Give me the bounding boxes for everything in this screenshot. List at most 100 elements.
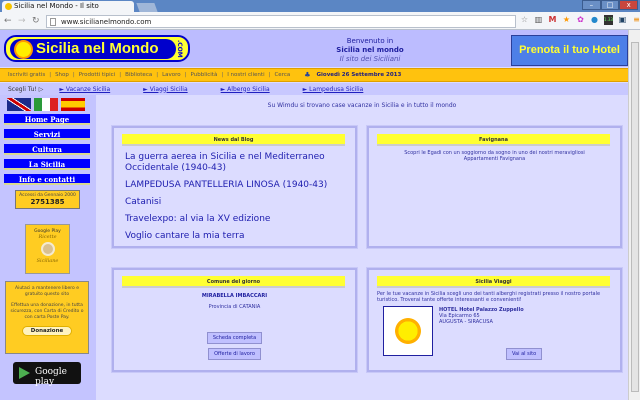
welcome-line: Benvenuto in xyxy=(346,37,394,45)
nav-biblioteca[interactable]: Biblioteca xyxy=(125,72,152,78)
viaggi-box: Sicilia Viaggi Per le tue vacanze in Sic… xyxy=(366,267,623,373)
site-logo[interactable]: Sicilia nel Mondo .COM xyxy=(4,35,190,62)
link-lampedusa[interactable]: ► Lampedusa Sicilia xyxy=(303,86,364,93)
menu-icon[interactable]: ≡ xyxy=(632,15,640,25)
gp-title: Ricette xyxy=(38,234,57,240)
address-bar[interactable]: www.sicilianelmondo.com xyxy=(46,15,516,28)
nav-iscriviti[interactable]: Iscriviti gratis xyxy=(8,72,45,78)
news-item[interactable]: Travelexpo: al via la XV edizione xyxy=(125,214,350,225)
news-item[interactable]: LAMPEDUSA PANTELLERIA LINOSA (1940-43) xyxy=(125,180,350,191)
flag-italian-icon[interactable] xyxy=(34,98,58,111)
gplay-text: Google play xyxy=(35,367,67,387)
nav-prodotti[interactable]: Prodotti tipici xyxy=(79,72,115,78)
tagline: Il sito dei Siciliani xyxy=(339,55,401,63)
comune-province: Provincia di CATANIA xyxy=(208,304,261,310)
close-button[interactable]: x xyxy=(619,0,639,10)
top-nav: Iscriviti gratis | Shop | Prodotti tipici |… xyxy=(0,68,628,82)
bookmark-star-icon[interactable]: ☆ xyxy=(520,15,529,25)
url-text: www.sicilianelmondo.com xyxy=(61,18,152,26)
news-item[interactable]: Voglio cantare la mia terra xyxy=(125,231,350,242)
nav-shop[interactable]: Shop xyxy=(55,72,69,78)
menu-cultura[interactable]: Cultura xyxy=(4,144,90,155)
food-plate-icon xyxy=(40,242,55,256)
favignana-box: Favignana Scopri le Egadi con un soggior… xyxy=(366,125,623,249)
tab-strip: Sicilia nel Mondo - Il sito – □ x xyxy=(0,0,640,12)
nav-cerca[interactable]: Cerca xyxy=(274,72,290,78)
web-page: Sicilia nel Mondo .COM Benvenuto in Sici… xyxy=(0,30,628,400)
counter-value: 2751385 xyxy=(30,198,65,206)
gmail-icon[interactable]: M xyxy=(548,15,557,25)
forward-icon[interactable]: → xyxy=(18,16,26,26)
comune-box: Comune del giorno MIRABELLA IMBACCARI Pr… xyxy=(111,267,358,373)
reload-icon[interactable]: ↻ xyxy=(32,16,40,26)
donate-text: Effettua una donazione, in tutta sicurez… xyxy=(10,303,84,320)
current-date: Giovedì 26 Settembre 2013 xyxy=(316,72,402,78)
menu-la-sicilia[interactable]: La Sicilia xyxy=(4,159,90,170)
viaggi-text: Per le tue vacanze in Sicilia scegli uno… xyxy=(377,291,601,303)
menu-info[interactable]: Info e contatti xyxy=(4,174,90,185)
news-item[interactable]: La guerra aerea in Sicilia e nel Mediter… xyxy=(125,152,350,174)
sub-nav: Scegli Tu! ▷ ► Vacanze Sicilia ► Viaggi … xyxy=(0,83,628,95)
sidebar: Home Page Servizi Cultura La Sicilia Inf… xyxy=(0,95,96,400)
maximize-button[interactable]: □ xyxy=(600,0,620,10)
news-title: News dal Blog xyxy=(122,134,345,146)
counter-extension-icon[interactable]: 1.33 xyxy=(604,15,613,25)
menu-home[interactable]: Home Page xyxy=(4,114,90,125)
job-offers-button[interactable]: Offerte di lavoro xyxy=(208,348,261,360)
flag-spanish-icon[interactable] xyxy=(61,98,85,111)
browser-toolbar: ← → ↻ www.sicilianelmondo.com ☆ ▥ M ★ ✿ … xyxy=(0,12,640,30)
play-icon xyxy=(19,367,30,379)
wimdu-link[interactable]: Su Wimdu si trovano case vacanze in Sici… xyxy=(96,102,628,109)
puzzle-extension-icon[interactable]: ▣ xyxy=(618,15,627,25)
flag-english-icon[interactable] xyxy=(7,98,31,111)
comune-name: MIRABELLA IMBACCARI xyxy=(201,293,268,299)
favicon-icon xyxy=(5,3,12,10)
nav-lavoro[interactable]: Lavoro xyxy=(162,72,181,78)
nav-clienti[interactable]: I nostri clienti xyxy=(227,72,264,78)
chart-extension-icon[interactable]: ▥ xyxy=(534,15,543,25)
menu-servizi[interactable]: Servizi xyxy=(4,129,90,140)
viaggi-title: Sicilia Viaggi xyxy=(377,276,610,288)
window-controls: – □ x xyxy=(582,0,639,10)
donate-button[interactable]: Donazione xyxy=(21,326,73,336)
favignana-text[interactable]: Scopri le Egadi con un soggiorno da sogn… xyxy=(389,150,600,162)
hotel-city: AUGUSTA - SIRACUSA xyxy=(439,319,493,325)
visit-site-button[interactable]: Vai al sito xyxy=(506,348,543,360)
book-hotel-banner[interactable]: Prenota il tuo Hotel xyxy=(511,35,628,66)
flower-extension-icon[interactable]: ✿ xyxy=(576,15,585,25)
subnav-label: Scegli Tu! ▷ xyxy=(8,85,44,93)
google-play-badge[interactable]: Google play xyxy=(13,362,81,387)
sicily-map-icon: ♣ xyxy=(304,71,311,79)
browser-tab[interactable]: Sicilia nel Mondo - Il sito xyxy=(2,1,134,12)
link-vacanze[interactable]: ► Vacanze Sicilia xyxy=(59,86,110,93)
logo-text: Sicilia nel Mondo xyxy=(36,40,159,57)
donate-heading: Aiutaci a mantenere libero e gratuito qu… xyxy=(15,286,79,297)
sun-icon xyxy=(16,42,31,57)
favignana-title: Favignana xyxy=(377,134,610,146)
scrollbar[interactable] xyxy=(628,30,640,400)
extension-icons: ☆ ▥ M ★ ✿ ● 1.33 ▣ ≡ xyxy=(520,15,640,25)
sun-logo-image[interactable] xyxy=(383,306,433,356)
tab-title: Sicilia nel Mondo - Il sito xyxy=(14,2,99,10)
gp-subtitle: Siciliane xyxy=(36,258,59,264)
welcome-text: Benvenuto in Sicilia nel mondo Il sito d… xyxy=(300,37,440,64)
globe-icon[interactable]: ● xyxy=(590,15,599,25)
back-icon[interactable]: ← xyxy=(4,16,12,26)
donation-box: Aiutaci a mantenere libero e gratuito qu… xyxy=(5,281,89,354)
star-extension-icon[interactable]: ★ xyxy=(562,15,571,25)
new-tab-button[interactable] xyxy=(136,3,158,12)
page-icon xyxy=(50,18,56,26)
visit-counter: Accessi da Gennaio 2000 2751385 xyxy=(15,190,80,209)
scrollbar-thumb[interactable] xyxy=(631,42,639,392)
logo-suffix: .COM xyxy=(176,40,183,58)
nav-pubblicita[interactable]: Pubblicità xyxy=(191,72,218,78)
news-box: News dal Blog La guerra aerea in Sicilia… xyxy=(111,125,358,249)
news-item[interactable]: Catanisi xyxy=(125,197,350,208)
site-name: Sicilia nel mondo xyxy=(336,46,404,54)
comune-title: Comune del giorno xyxy=(122,276,345,288)
recipes-app-banner[interactable]: Google Play Ricette Siciliane xyxy=(25,224,70,274)
link-albergo[interactable]: ► Albergo Sicilia xyxy=(221,86,270,93)
site-header: Sicilia nel Mondo .COM Benvenuto in Sici… xyxy=(0,30,628,67)
minimize-button[interactable]: – xyxy=(582,0,601,10)
link-viaggi[interactable]: ► Viaggi Sicilia xyxy=(143,86,187,93)
